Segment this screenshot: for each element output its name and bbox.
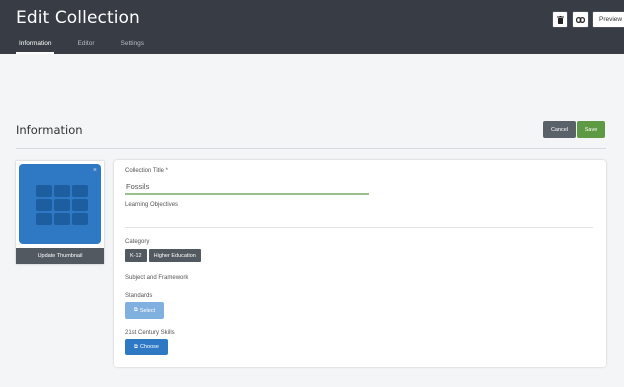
category-chip-k12[interactable]: K-12 xyxy=(125,249,147,262)
tab-editor[interactable]: Editor xyxy=(75,40,97,54)
save-button[interactable]: Save xyxy=(577,121,605,138)
learning-objectives-input[interactable] xyxy=(125,227,593,228)
select-label: Select xyxy=(139,307,156,314)
category-chip-higher-education[interactable]: Higher Education xyxy=(148,249,201,262)
trash-icon xyxy=(556,15,564,24)
skills-label: 21st Century Skills xyxy=(125,330,175,336)
page-title: Edit Collection xyxy=(16,8,140,28)
external-link-icon: ⧉ xyxy=(134,343,138,350)
section-divider xyxy=(16,148,606,149)
title-label: Collection Title * xyxy=(125,168,169,174)
remove-thumbnail-icon[interactable]: × xyxy=(93,167,97,174)
external-link-icon: ⧉ xyxy=(133,307,138,313)
update-thumbnail-button[interactable]: Update Thumbnail xyxy=(16,248,104,264)
top-bar: Edit Collection Information Editor Setti… xyxy=(0,0,624,54)
standards-label: Standards xyxy=(125,293,153,299)
collection-thumbnail[interactable]: × xyxy=(19,164,101,244)
category-chips: K-12 Higher Education xyxy=(125,249,201,262)
grid-icon xyxy=(36,185,88,225)
subject-framework-label: Subject and Framework xyxy=(125,275,189,281)
tab-information[interactable]: Information xyxy=(16,40,54,54)
preview-button[interactable]: Preview xyxy=(592,11,624,28)
thumbnail-panel: × Update Thumbnail xyxy=(16,161,104,264)
collection-title-input[interactable]: Fossils xyxy=(125,182,369,195)
copy-link-button[interactable] xyxy=(572,11,589,28)
objectives-label: Learning Objectives xyxy=(125,202,179,208)
cancel-button[interactable]: Cancel xyxy=(543,121,576,138)
form-card: Collection Title * Fossils Learning Obje… xyxy=(114,160,606,367)
tab-bar: Information Editor Settings xyxy=(16,40,167,54)
tab-settings[interactable]: Settings xyxy=(118,40,147,54)
category-label: Category xyxy=(125,239,150,245)
section-title: Information xyxy=(16,123,83,137)
delete-button[interactable] xyxy=(552,11,568,28)
link-icon xyxy=(576,16,585,23)
choose-label: Choose xyxy=(139,344,159,350)
skills-choose-button[interactable]: ⧉ Choose xyxy=(125,339,168,355)
standards-select-button[interactable]: ⧉ Select xyxy=(125,302,164,319)
